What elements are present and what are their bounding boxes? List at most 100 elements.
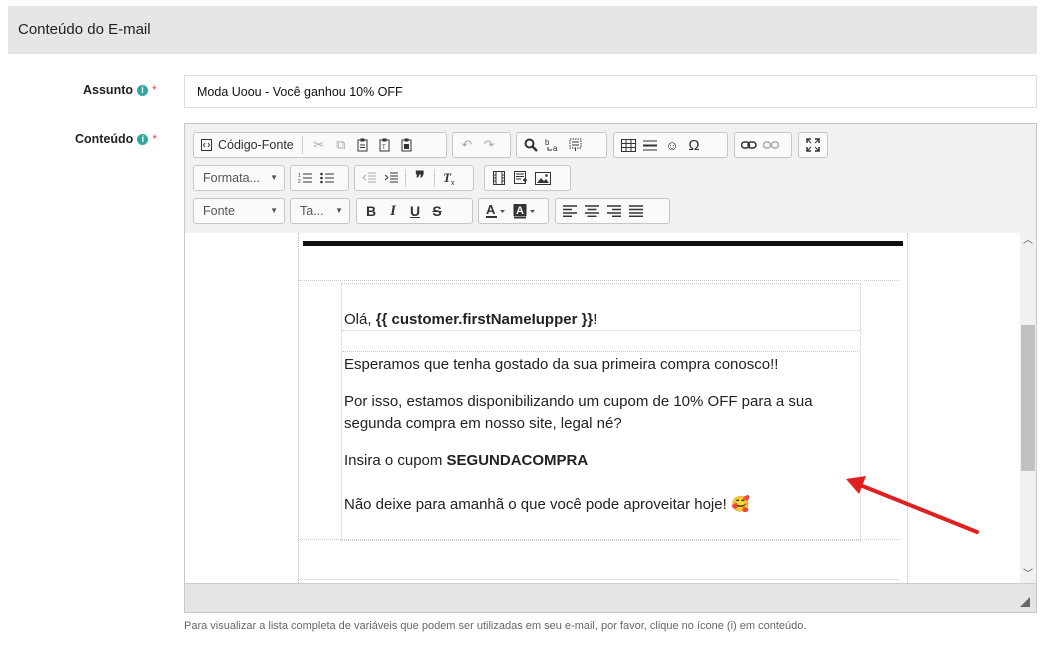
toolbar-group-links [734, 132, 792, 158]
subject-required-mark: * [152, 83, 157, 97]
closing-line: Não deixe para amanhã o que você pode ap… [344, 495, 750, 513]
svg-text:A: A [486, 203, 496, 217]
background-color-icon[interactable]: A [510, 200, 540, 222]
subject-info-icon[interactable]: i [137, 84, 148, 96]
find-icon[interactable] [520, 134, 542, 156]
align-justify-icon[interactable] [625, 200, 647, 222]
source-button-label: Código-Fonte [218, 138, 294, 152]
format-select[interactable]: Formata... ▼ [193, 165, 285, 191]
source-button[interactable]: Código-Fonte [197, 134, 297, 156]
blockquote-icon[interactable]: ❞ [409, 167, 431, 189]
divider [299, 539, 899, 540]
content-label-text: Conteúdo [75, 132, 134, 146]
section-title: Conteúdo do E-mail [18, 21, 151, 38]
content-required-mark: * [152, 132, 157, 146]
emoji-icon[interactable]: ☺ [661, 134, 683, 156]
source-icon [201, 139, 212, 151]
indent-icon[interactable] [380, 167, 402, 189]
resize-handle-icon[interactable] [1020, 597, 1030, 607]
body-line-1: Esperamos que tenha gostado da sua prime… [344, 356, 779, 373]
editor-toolbar: Código-Fonte ✂ ⧉ T ↶ ↷ ba ☺ Ω Formata...… [185, 124, 1036, 233]
paste-word-icon[interactable] [396, 134, 418, 156]
vertical-scrollbar[interactable]: ︿ ﹀ [1020, 233, 1036, 583]
align-center-icon[interactable] [581, 200, 603, 222]
replace-icon[interactable]: ba [542, 134, 564, 156]
scroll-down-icon[interactable]: ﹀ [1020, 567, 1036, 583]
select-all-icon[interactable] [564, 134, 586, 156]
smiling-face-hearts-icon: 🥰 [730, 496, 750, 513]
greeting-line: Olá, {{ customer.firstNameIupper }}! [344, 311, 597, 328]
copy-icon[interactable]: ⧉ [330, 134, 352, 156]
subject-label: Assunto i * [83, 83, 157, 97]
body-line-3: segunda compra em nosso site, legal né? [344, 415, 622, 432]
remove-format-icon[interactable]: Tx [438, 167, 460, 189]
divider [299, 280, 899, 281]
subject-label-text: Assunto [83, 83, 133, 97]
paste-text-icon[interactable]: T [374, 134, 396, 156]
toolbar-group-find: ba [516, 132, 607, 158]
email-body: Olá, {{ customer.firstNameIupper }}! Esp… [298, 233, 908, 583]
cut-icon[interactable]: ✂ [308, 134, 330, 156]
special-char-icon[interactable]: Ω [683, 134, 705, 156]
svg-text:T: T [382, 145, 386, 151]
subject-input[interactable] [184, 75, 1037, 108]
horizontal-rule-icon[interactable] [639, 134, 661, 156]
numbered-list-icon[interactable]: 12 [294, 167, 316, 189]
divider [342, 330, 860, 331]
size-select-label: Ta... [300, 204, 324, 218]
coupon-prefix: Insira o cupom [344, 452, 447, 469]
editor-statusbar [185, 583, 1036, 612]
toolbar-group-insert-special: ☺ Ω [613, 132, 728, 158]
size-select[interactable]: Ta... ▼ [290, 198, 350, 224]
divider [342, 351, 860, 352]
paste-icon[interactable] [352, 134, 374, 156]
video-icon[interactable] [488, 167, 510, 189]
greeting-suffix: ! [593, 311, 598, 328]
coupon-line: Insira o cupom SEGUNDACOMPRA [344, 452, 588, 469]
maximize-icon[interactable] [802, 134, 824, 156]
toolbar-group-lists: 12 [290, 165, 349, 191]
coupon-code: SEGUNDACOMPRA [446, 452, 589, 469]
toolbar-group-history: ↶ ↷ [452, 132, 511, 158]
align-right-icon[interactable] [603, 200, 625, 222]
redo-icon[interactable]: ↷ [478, 134, 500, 156]
font-select-label: Fonte [203, 204, 235, 218]
image-icon[interactable] [532, 167, 554, 189]
bulleted-list-icon[interactable] [316, 167, 338, 189]
closing-text: Não deixe para amanhã o que você pode ap… [344, 496, 731, 513]
text-color-icon[interactable]: A [482, 200, 510, 222]
bold-icon[interactable]: B [360, 200, 382, 222]
font-select[interactable]: Fonte ▼ [193, 198, 285, 224]
content-label: Conteúdo i * [75, 132, 157, 146]
unlink-icon[interactable] [760, 134, 782, 156]
chevron-down-icon: ▼ [270, 206, 278, 215]
outdent-icon[interactable] [358, 167, 380, 189]
editor-content-area[interactable]: Olá, {{ customer.firstNameIupper }}! Esp… [185, 233, 1020, 583]
toolbar-group-align [555, 198, 670, 224]
divider [299, 579, 899, 580]
underline-icon[interactable]: U [404, 200, 426, 222]
table-icon[interactable] [617, 134, 639, 156]
toolbar-group-indent: ❞ Tx [354, 165, 474, 191]
svg-text:a: a [553, 144, 558, 152]
scroll-up-icon[interactable]: ︿ [1020, 233, 1036, 249]
greeting-variable: {{ customer.firstNameIupper }} [375, 311, 594, 328]
toolbar-group-media [484, 165, 571, 191]
scroll-thumb[interactable] [1021, 325, 1035, 471]
template-icon[interactable] [510, 167, 532, 189]
align-left-icon[interactable] [559, 200, 581, 222]
svg-text:b: b [545, 138, 550, 147]
strikethrough-icon[interactable]: S [426, 200, 448, 222]
toolbar-group-basic-styles: B I U S [356, 198, 473, 224]
body-line-2: Por isso, estamos disponibilizando um cu… [344, 393, 813, 410]
horizontal-rule [303, 241, 903, 246]
format-select-label: Formata... [203, 171, 260, 185]
section-header: Conteúdo do E-mail [8, 6, 1037, 54]
content-info-icon[interactable]: i [137, 133, 149, 145]
italic-icon[interactable]: I [382, 200, 404, 222]
greeting-prefix: Olá, [344, 311, 376, 328]
svg-text:2: 2 [298, 179, 301, 184]
link-icon[interactable] [738, 134, 760, 156]
help-text: Para visualizar a lista completa de vari… [184, 620, 807, 632]
undo-icon[interactable]: ↶ [456, 134, 478, 156]
